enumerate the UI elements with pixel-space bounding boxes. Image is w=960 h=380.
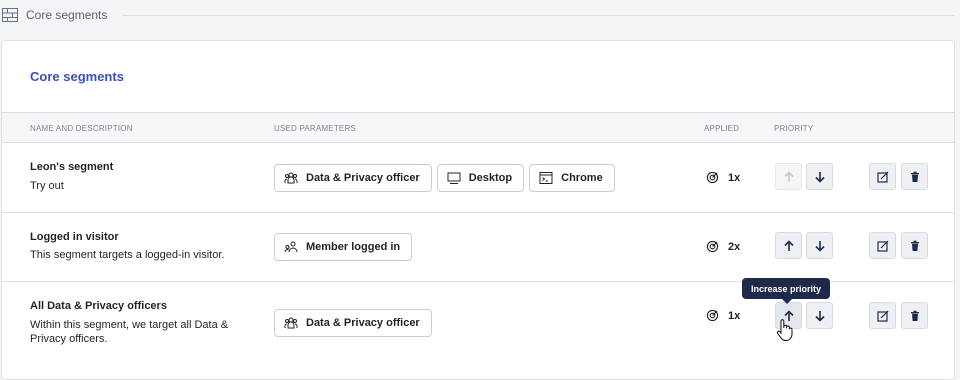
decrease-priority-button[interactable]: [806, 302, 833, 329]
segments-card: Core segments NAME AND DESCRIPTION USED …: [1, 40, 955, 380]
decrease-priority-button[interactable]: [806, 232, 833, 259]
decrease-priority-button[interactable]: [806, 163, 833, 190]
applied-value: 1x: [728, 309, 741, 322]
people-icon: [284, 172, 298, 184]
parameter-chip[interactable]: Data & Privacy officer: [274, 309, 432, 337]
parameter-label: Chrome: [561, 172, 603, 184]
trash-icon: [910, 240, 919, 251]
section-divider: [122, 15, 954, 16]
edit-icon: [876, 310, 888, 322]
increase-priority-button[interactable]: [775, 163, 802, 190]
segment-name: Leon's segment: [30, 161, 114, 173]
edit-button[interactable]: [869, 232, 896, 259]
parameter-label: Data & Privacy officer: [306, 317, 420, 329]
segment-description: Within this segment, we target all Data …: [30, 319, 229, 345]
arrow-down-icon: [814, 240, 825, 252]
table-header: NAME AND DESCRIPTION USED PARAMETERS APP…: [2, 112, 954, 143]
arrow-down-icon: [814, 171, 825, 183]
applied-value: 2x: [728, 240, 741, 253]
applied-value: 1x: [728, 171, 741, 184]
parameter-label: Desktop: [468, 172, 513, 184]
edit-button[interactable]: [869, 163, 896, 190]
parameter-chip[interactable]: Chrome: [529, 164, 615, 192]
desktop-icon: [447, 172, 461, 184]
arrow-up-icon: [783, 239, 794, 251]
segment-name: All Data & Privacy officers: [30, 300, 167, 312]
target-icon: [706, 309, 719, 322]
segment-description: Try out: [30, 180, 64, 192]
section-header: Core segments: [0, 0, 960, 30]
header-priority: PRIORITY: [774, 124, 814, 133]
parameter-label: Data & Privacy officer: [306, 172, 420, 184]
edit-icon: [876, 240, 888, 252]
segment-name: Logged in visitor: [30, 231, 119, 243]
parameter-chip[interactable]: Member logged in: [274, 233, 413, 261]
increase-priority-button[interactable]: [775, 232, 802, 259]
delete-button[interactable]: [901, 232, 928, 259]
parameter-chip[interactable]: Data & Privacy officer: [274, 164, 432, 192]
applied-count: 2x: [706, 240, 740, 253]
table-row: Leon's segment Try out Data & Privacy of…: [2, 143, 954, 213]
delete-button[interactable]: [901, 163, 928, 190]
edit-icon: [876, 171, 888, 183]
people-icon: [284, 317, 298, 329]
target-icon: [706, 171, 719, 184]
parameter-list: Data & Privacy officer: [274, 309, 432, 337]
parameter-chip[interactable]: Desktop: [436, 164, 525, 192]
parameter-list: Data & Privacy officer Desktop Chrome: [274, 164, 615, 192]
card-title: Core segments: [30, 69, 124, 84]
header-name: NAME AND DESCRIPTION: [30, 124, 133, 133]
section-title: Core segments: [26, 8, 108, 22]
arrow-up-icon: [783, 170, 794, 182]
applied-count: 1x: [706, 309, 740, 322]
arrow-down-icon: [814, 310, 825, 322]
delete-button[interactable]: [901, 302, 928, 329]
trash-icon: [910, 171, 919, 182]
header-params: USED PARAMETERS: [274, 124, 356, 133]
parameter-list: Member logged in: [274, 233, 413, 261]
browser-icon: [539, 172, 553, 184]
edit-button[interactable]: [869, 302, 896, 329]
parameter-label: Member logged in: [306, 241, 401, 253]
segments-icon: [2, 8, 18, 22]
applied-count: 1x: [706, 171, 740, 184]
target-icon: [706, 240, 719, 253]
table-row: Logged in visitor This segment targets a…: [2, 213, 954, 282]
segment-description: This segment targets a logged-in visitor…: [30, 249, 225, 261]
member-icon: [284, 241, 298, 253]
header-applied: APPLIED: [704, 124, 740, 133]
hand-cursor-icon: [776, 319, 793, 341]
trash-icon: [910, 310, 919, 321]
increase-priority-tooltip: Increase priority: [742, 278, 831, 304]
